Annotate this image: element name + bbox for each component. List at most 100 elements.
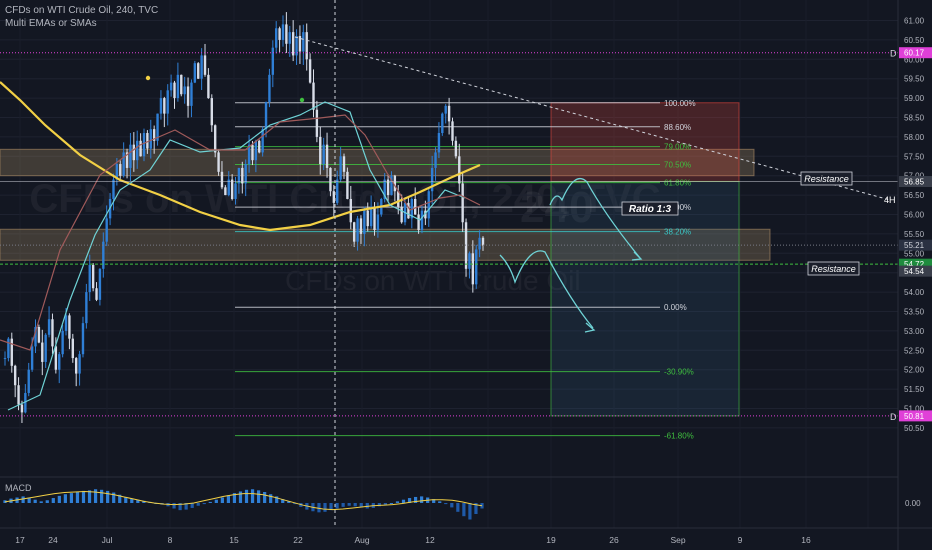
price-tick-label: 55.50	[904, 230, 925, 239]
macd-histogram-bar	[100, 489, 104, 503]
macd-histogram-bar	[462, 503, 466, 517]
candle-body	[461, 183, 464, 223]
candle-body	[183, 86, 186, 95]
time-tick-label: 26	[609, 535, 619, 545]
macd-histogram-bar	[456, 503, 460, 512]
candle-body	[129, 144, 132, 168]
candle-body	[359, 218, 363, 234]
macd-histogram-bar	[341, 503, 345, 507]
price-tick-label: 61.00	[904, 17, 925, 26]
macd-histogram-bar	[395, 501, 400, 503]
macd-histogram-bar	[389, 503, 394, 504]
fib-level-label: 79.00%	[664, 143, 691, 152]
candle-body	[234, 183, 237, 199]
macd-histogram-bar	[51, 498, 55, 503]
candle-body	[213, 125, 217, 153]
candle-body	[454, 140, 458, 157]
macd-histogram-bar	[438, 501, 442, 503]
candle-body	[254, 140, 258, 161]
take-profit-box[interactable]	[550, 181, 740, 417]
macd-histogram-bar	[444, 503, 448, 505]
macd-histogram-bar	[450, 503, 454, 508]
price-tick-label: 50.50	[904, 424, 925, 433]
candle-body	[146, 133, 149, 149]
daily-marker: D	[890, 49, 897, 59]
candle-body	[37, 327, 41, 343]
candle-body	[163, 98, 166, 114]
candle-body	[275, 28, 278, 48]
candle-body	[176, 74, 180, 99]
candle-body	[220, 171, 224, 188]
candle-body	[478, 237, 481, 250]
candle-body	[119, 164, 122, 176]
chart-canvas[interactable]: CFDs on WTI Crude Oil, 240, TVC 240 CFDs…	[0, 0, 932, 550]
price-badge-label: 54.54	[904, 267, 925, 276]
resistance-label-upper: Resistance	[804, 174, 849, 184]
candle-body	[20, 404, 24, 413]
candle-body	[7, 338, 10, 359]
macd-histogram-bar	[75, 492, 80, 503]
macd-histogram-bar	[81, 490, 86, 503]
candle-body	[417, 214, 420, 231]
signal-dot-yellow	[145, 75, 151, 81]
macd-histogram-bar	[21, 496, 25, 503]
fib-level-label: 61.80%	[664, 179, 691, 188]
macd-label: MACD	[5, 483, 32, 493]
price-tick-label: 56.50	[904, 191, 925, 200]
candle-body	[315, 109, 319, 137]
macd-histogram-bar	[323, 503, 327, 512]
macd-histogram-bar	[420, 496, 424, 503]
price-tick-label: 58.00	[904, 133, 925, 142]
candle-body	[302, 32, 305, 52]
candle-body	[346, 171, 349, 199]
price-axis[interactable]: 61.0060.5060.0059.5059.0058.5058.0057.50…	[897, 0, 932, 550]
candle-body	[173, 82, 176, 99]
macd-histogram-bar	[220, 497, 224, 503]
time-tick-label: 9	[738, 535, 743, 545]
price-badge-label: 56.85	[904, 178, 925, 187]
daily-marker: D	[890, 412, 897, 422]
candle-body	[258, 140, 261, 153]
candle-body	[427, 191, 430, 219]
candle-body	[3, 358, 7, 360]
candle-body	[369, 206, 373, 227]
candle-body	[437, 133, 441, 153]
candle-body	[363, 210, 366, 234]
macd-histogram-bar	[468, 503, 472, 520]
macd-histogram-bar	[45, 500, 49, 503]
risk-reward-boxes[interactable]	[550, 102, 740, 417]
candle-body	[475, 249, 478, 285]
candle-body	[281, 24, 285, 40]
candle-body	[166, 90, 169, 114]
time-tick-label: 8	[168, 535, 173, 545]
candle-body	[312, 82, 315, 110]
macd-histogram-bar	[226, 495, 231, 503]
time-tick-label: Sep	[670, 535, 685, 545]
candle-body	[376, 214, 380, 231]
price-tick-label: 51.50	[904, 385, 925, 394]
candle-body	[159, 98, 163, 114]
macd-histogram-bar	[269, 494, 273, 503]
macd-histogram-bar	[244, 489, 249, 503]
time-tick-label: 15	[229, 535, 239, 545]
candle-body	[91, 264, 95, 289]
candle-body	[261, 129, 264, 153]
candle-body	[329, 167, 332, 192]
candle-body	[325, 144, 329, 168]
candle-body	[203, 55, 207, 75]
fib-level-label: -61.80%	[664, 432, 694, 441]
price-tick-label: 54.00	[904, 288, 925, 297]
candle-body	[10, 338, 13, 366]
candle-body	[458, 156, 461, 184]
candle-body	[468, 253, 471, 269]
macd-histogram-bar	[63, 494, 67, 503]
watermark-name: CFDs on WTI Crude Oil	[285, 265, 581, 296]
candle-body	[291, 32, 295, 56]
candle-body	[244, 164, 247, 184]
candle-body	[268, 74, 271, 102]
candle-body	[342, 156, 346, 172]
candle-body	[305, 32, 308, 60]
candle-body	[13, 365, 17, 386]
fib-level-label: -30.90%	[664, 368, 694, 377]
candle-body	[308, 59, 312, 83]
